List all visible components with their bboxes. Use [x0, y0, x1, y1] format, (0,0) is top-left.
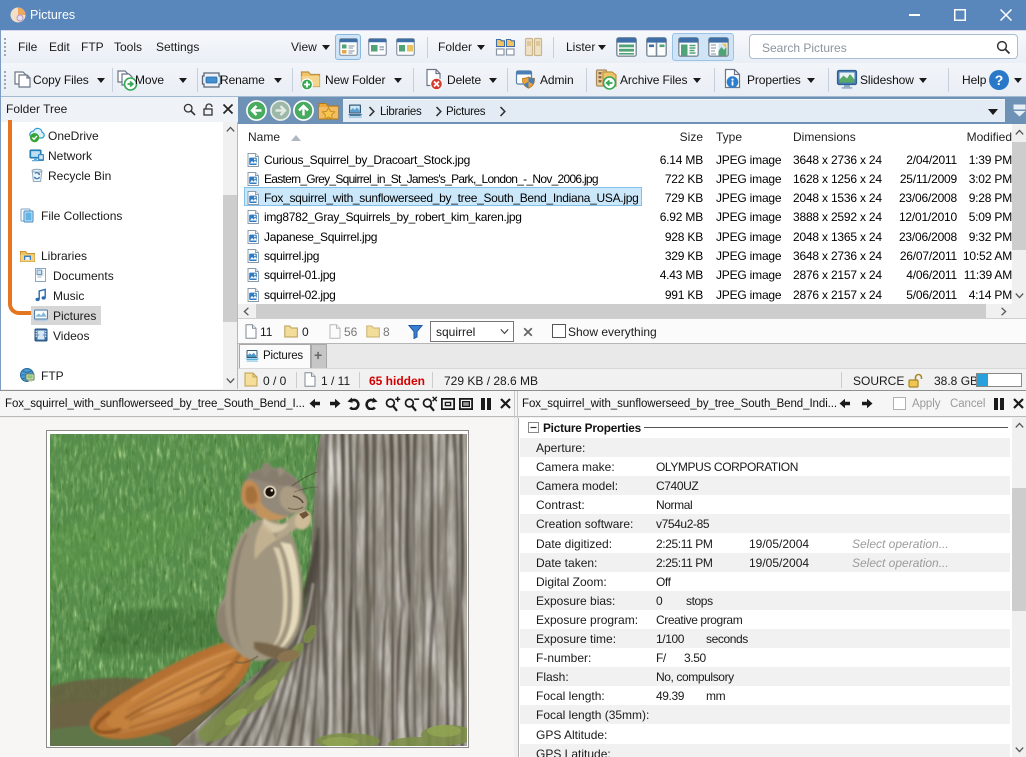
svg-text:?: ? [995, 72, 1004, 88]
